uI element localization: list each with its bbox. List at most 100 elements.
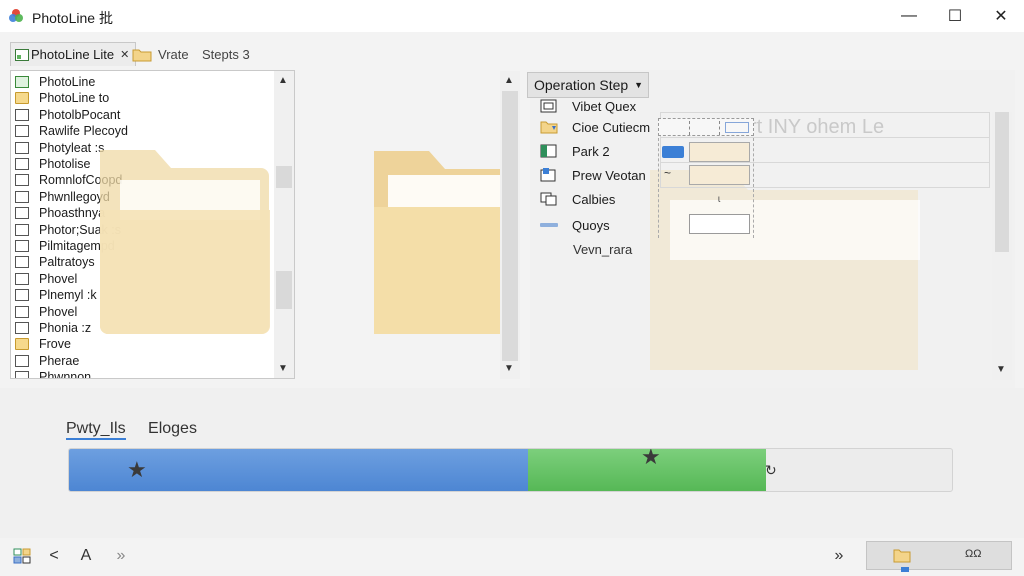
file-list-item-label: Phwnnon bbox=[39, 370, 92, 379]
file-icon bbox=[15, 354, 29, 367]
file-list-item[interactable]: Pherae bbox=[15, 353, 79, 369]
right-scrollbar[interactable]: ▼ bbox=[992, 112, 1012, 380]
value-marker: ɩ bbox=[718, 194, 721, 205]
file-icon bbox=[15, 256, 29, 269]
file-list-item[interactable]: Rawlife Plecoyd bbox=[15, 123, 128, 139]
file-icon bbox=[15, 305, 29, 318]
forward-button[interactable]: » bbox=[110, 544, 132, 568]
maximize-button[interactable]: ☐ bbox=[932, 0, 978, 32]
options-label[interactable]: ΩΩ bbox=[965, 548, 981, 560]
file-list-item[interactable]: Phonia :z bbox=[15, 320, 91, 336]
bar-icon bbox=[540, 223, 558, 227]
tab-vrate[interactable]: Vrate bbox=[132, 42, 189, 66]
scroll-down-icon[interactable]: ▼ bbox=[996, 364, 1006, 375]
scrollbar-thumb[interactable] bbox=[995, 112, 1009, 252]
op-item-label: Prew Veotan bbox=[572, 167, 646, 183]
layers-icon bbox=[540, 144, 557, 158]
file-list-item-label: Phovel bbox=[39, 304, 78, 319]
export-icon[interactable] bbox=[893, 547, 911, 563]
file-list-item[interactable]: Phovel bbox=[15, 304, 77, 320]
value-cell-1[interactable] bbox=[689, 142, 750, 162]
tab-pwty[interactable]: Pwty_Ils bbox=[66, 420, 126, 440]
file-icon bbox=[15, 289, 29, 302]
file-list-item-label: Frove bbox=[39, 337, 71, 352]
tab-close-icon[interactable]: ✕ bbox=[120, 48, 129, 61]
gallery-icon[interactable] bbox=[12, 544, 32, 568]
operation-step-dropdown[interactable]: Operation Step ▼ bbox=[527, 72, 649, 98]
refresh-icon[interactable]: ↻ bbox=[765, 462, 777, 479]
scroll-up-icon[interactable]: ▲ bbox=[504, 75, 514, 86]
file-icon bbox=[15, 174, 29, 187]
table-header-cell bbox=[658, 118, 754, 136]
next-button[interactable]: » bbox=[828, 544, 850, 568]
value-input[interactable] bbox=[689, 214, 750, 234]
copy-icon bbox=[540, 192, 557, 206]
middle-scrollbar[interactable]: ▲ ▼ bbox=[500, 71, 520, 379]
file-icon bbox=[15, 322, 29, 334]
file-list-item-label: PhotoLine to bbox=[39, 91, 110, 106]
folder-icon bbox=[132, 49, 152, 61]
tab-strip: PhotoLine Lite ✕ Vrate Stepts 3 bbox=[0, 38, 520, 68]
op-item-vibet[interactable]: Vibet Quex bbox=[540, 96, 636, 116]
back-button[interactable]: < bbox=[44, 544, 64, 568]
file-list-item[interactable]: Paltratoys bbox=[15, 254, 95, 270]
close-button[interactable]: ✕ bbox=[978, 0, 1024, 32]
folder-icon bbox=[15, 92, 29, 105]
window-title: PhotoLine 批 bbox=[32, 10, 113, 26]
folder-icon bbox=[540, 121, 558, 134]
op-item-cioe[interactable]: Cioe Cutiecm bbox=[540, 117, 650, 137]
op-item-calbies[interactable]: Calbies bbox=[540, 189, 615, 209]
file-list-item[interactable]: Frove bbox=[15, 336, 71, 352]
file-list-item[interactable]: Photolise bbox=[15, 156, 90, 172]
tab-eloges[interactable]: Eloges bbox=[148, 420, 197, 437]
op-item-prew[interactable]: Prew Veotan bbox=[540, 165, 646, 185]
file-list-item-label: Paltratoys bbox=[39, 255, 95, 270]
folder-icon bbox=[15, 338, 29, 351]
image-icon bbox=[15, 48, 29, 61]
tab-photoline-lite[interactable]: PhotoLine Lite ✕ bbox=[10, 42, 137, 66]
tab-stepts[interactable]: Stepts 3 bbox=[202, 42, 250, 66]
color-swatch-icon[interactable] bbox=[662, 146, 684, 158]
file-list-item[interactable]: Plnemyl :k bbox=[15, 287, 97, 303]
op-item-label: Calbies bbox=[572, 191, 616, 207]
minimize-button[interactable]: — bbox=[886, 0, 932, 32]
operation-step-label: Operation Step bbox=[534, 77, 629, 93]
star-marker-icon[interactable]: ★ bbox=[641, 449, 661, 470]
file-icon bbox=[15, 125, 29, 138]
file-list-item[interactable]: Phovel bbox=[15, 271, 77, 287]
file-list-item-label: PhotoLine bbox=[39, 75, 96, 89]
file-icon bbox=[15, 272, 29, 285]
file-icon bbox=[15, 223, 29, 236]
file-list-item-label: Phonia :z bbox=[39, 321, 92, 335]
scroll-down-icon[interactable]: ▼ bbox=[278, 363, 288, 374]
file-list-item-label: Photolise bbox=[39, 157, 91, 171]
preview-icon bbox=[540, 168, 556, 182]
file-list-item[interactable]: PhotoLine bbox=[15, 74, 95, 90]
op-item-label: Vibet Quex bbox=[572, 98, 637, 114]
tab-label: Stepts 3 bbox=[202, 46, 250, 62]
file-list-item[interactable]: Phwnnon bbox=[15, 369, 92, 379]
progress-bar[interactable]: ★ ★ ↻ bbox=[68, 448, 953, 492]
file-list-item-label: PhotolbPocant bbox=[39, 107, 121, 122]
value-cell-2[interactable] bbox=[689, 165, 750, 185]
op-item-label: Quoys bbox=[572, 217, 610, 233]
photoline-logo-icon bbox=[9, 9, 23, 22]
star-marker-icon[interactable]: ★ bbox=[127, 457, 147, 483]
scroll-up-icon[interactable]: ▲ bbox=[278, 75, 288, 86]
op-item-quoys[interactable]: Quoys bbox=[540, 215, 610, 235]
scrollbar-thumb[interactable] bbox=[502, 91, 518, 361]
timeline-tabs: Pwty_Ils Eloges bbox=[66, 420, 197, 440]
frame-icon bbox=[540, 99, 557, 113]
tab-label: Vrate bbox=[158, 46, 189, 62]
op-item-label: Park 2 bbox=[572, 143, 610, 159]
op-item-park[interactable]: Park 2 bbox=[540, 141, 610, 161]
file-list-item[interactable]: PhotoLine to bbox=[15, 90, 109, 106]
text-tool-button[interactable]: A bbox=[76, 544, 96, 568]
file-icon bbox=[15, 207, 29, 220]
tab-label: PhotoLine Lite bbox=[31, 47, 115, 62]
folder-preview-icon bbox=[100, 150, 270, 334]
title-bar bbox=[0, 0, 1024, 32]
file-icon bbox=[15, 158, 29, 170]
file-list-item[interactable]: PhotolbPocant bbox=[15, 107, 120, 123]
scroll-down-icon[interactable]: ▼ bbox=[504, 363, 514, 374]
